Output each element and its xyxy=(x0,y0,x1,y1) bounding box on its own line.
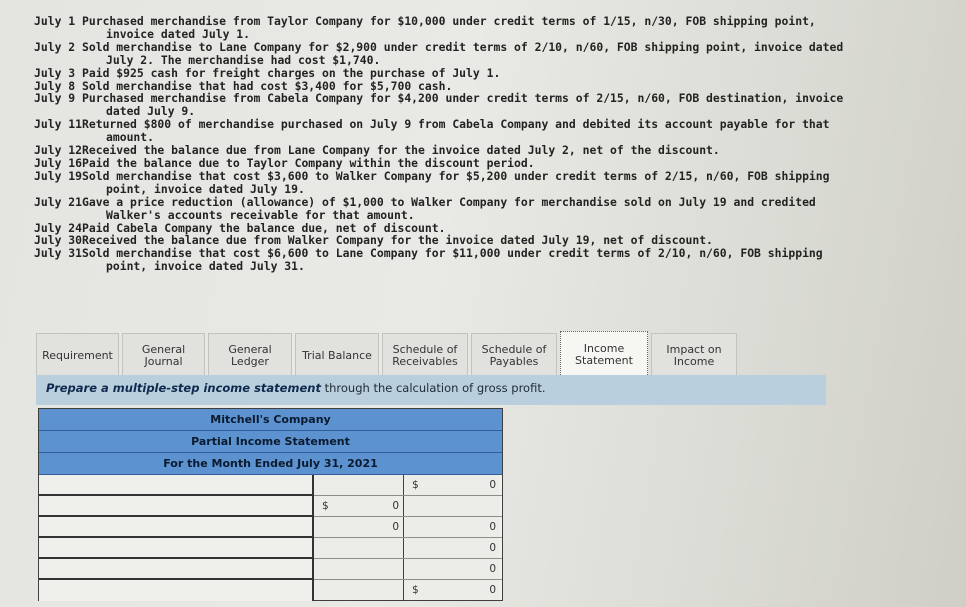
table-row: $0 xyxy=(39,496,502,517)
account-select[interactable] xyxy=(39,580,314,601)
transaction-text: Sold merchandise that cost $6,600 to Lan… xyxy=(82,246,823,261)
transaction-date: July 11 xyxy=(34,117,83,132)
amount-input-col2[interactable]: 0 xyxy=(404,517,500,537)
transaction-item: July 21 Gave a price reduction (allowance… xyxy=(34,194,934,222)
table-row: 0 xyxy=(39,538,502,559)
transaction-item: July 2 Sold merchandise to Lane Company … xyxy=(34,39,934,67)
transaction-date: July 19 xyxy=(34,168,83,183)
amount-input-col1[interactable] xyxy=(314,580,404,600)
table-row: 0 xyxy=(39,559,502,580)
tab-income-statement[interactable]: Income Statement xyxy=(560,331,648,377)
tab-bar: Requirement General Journal General Ledger… xyxy=(36,331,737,377)
amount-input-col2[interactable]: $0 xyxy=(404,475,500,495)
transaction-date: July 3 xyxy=(34,65,83,80)
tab-schedule-of-payables[interactable]: Schedule of Payables xyxy=(471,333,557,377)
transaction-date: July 2 xyxy=(34,39,83,54)
statement-title: Partial Income Statement xyxy=(39,431,502,453)
transaction-item: July 9 Purchased merchandise from Cabela… xyxy=(34,92,934,118)
tab-schedule-of-receivables[interactable]: Schedule of Receivables xyxy=(382,333,468,377)
transaction-text: Returned $800 of merchandise purchased o… xyxy=(82,117,830,132)
table-row: $0 xyxy=(39,475,502,496)
transaction-item: July 19 Sold merchandise that cost $3,600… xyxy=(34,168,934,196)
amount-input-col2[interactable] xyxy=(404,496,500,516)
statement-period: For the Month Ended July 31, 2021 xyxy=(39,453,502,475)
amount-input-col1[interactable]: $0 xyxy=(314,496,404,516)
transaction-item: July 1 Purchased merchandise from Taylor… xyxy=(34,15,934,41)
transaction-text-cont: Walker's accounts receivable for that am… xyxy=(106,207,415,222)
transaction-date: July 1 xyxy=(34,14,83,28)
transaction-text: Purchased merchandise from Cabela Compan… xyxy=(82,91,844,106)
table-row: $0 xyxy=(39,580,502,601)
transaction-text-cont: July 2. The merchandise had cost $1,740. xyxy=(106,52,381,67)
amount-input-col1[interactable] xyxy=(314,538,404,558)
income-statement-table: Mitchell's Company Partial Income Statem… xyxy=(38,408,503,601)
problem-transactions: July 1 Purchased merchandise from Taylor… xyxy=(34,15,934,273)
instruction-bold: Prepare a multiple-step income statement xyxy=(46,381,321,395)
tab-requirement[interactable]: Requirement xyxy=(36,333,119,377)
transaction-item: July 31 Sold merchandise that cost $6,600… xyxy=(34,247,934,273)
tab-impact-on-income[interactable]: Impact on Income xyxy=(651,333,737,377)
transaction-text: Paid $925 cash for freight charges on th… xyxy=(82,65,501,80)
tab-general-ledger[interactable]: General Ledger xyxy=(208,333,292,377)
amount-input-col1[interactable]: 0 xyxy=(314,517,404,537)
transaction-text: Gave a price reduction (allowance) of $1… xyxy=(82,194,816,209)
company-name: Mitchell's Company xyxy=(39,409,502,431)
transaction-date: July 21 xyxy=(34,194,83,209)
transaction-text: Sold merchandise to Lane Company for $2,… xyxy=(82,39,844,54)
account-select[interactable] xyxy=(39,517,314,538)
instruction-bar: Prepare a multiple-step income statement… xyxy=(36,375,826,405)
transaction-date: July 9 xyxy=(34,91,83,106)
account-select[interactable] xyxy=(39,559,314,580)
account-select[interactable] xyxy=(39,538,314,559)
transaction-date: July 16 xyxy=(34,155,83,170)
transaction-item: July 3 Paid $925 cash for freight charge… xyxy=(34,65,934,80)
amount-input-col1[interactable] xyxy=(314,475,404,495)
amount-input-col2[interactable]: 0 xyxy=(404,538,500,558)
transaction-item: July 11 Returned $800 of merchandise purc… xyxy=(34,118,934,144)
amount-input-col1[interactable] xyxy=(314,559,404,579)
transaction-text: Sold merchandise that cost $3,600 to Wal… xyxy=(82,168,830,183)
transaction-text-cont: point, invoice dated July 31. xyxy=(106,259,305,274)
amount-input-col2[interactable]: $0 xyxy=(404,580,500,600)
instruction-text: through the calculation of gross profit. xyxy=(320,381,546,395)
transaction-date: July 31 xyxy=(34,246,83,261)
tab-trial-balance[interactable]: Trial Balance xyxy=(295,333,379,377)
table-row: 0 0 xyxy=(39,517,502,538)
amount-input-col2[interactable]: 0 xyxy=(404,559,500,579)
tab-general-journal[interactable]: General Journal xyxy=(122,333,205,377)
transaction-text: Purchased merchandise from Taylor Compan… xyxy=(82,14,816,28)
account-select[interactable] xyxy=(39,475,314,496)
account-select[interactable] xyxy=(39,496,314,517)
